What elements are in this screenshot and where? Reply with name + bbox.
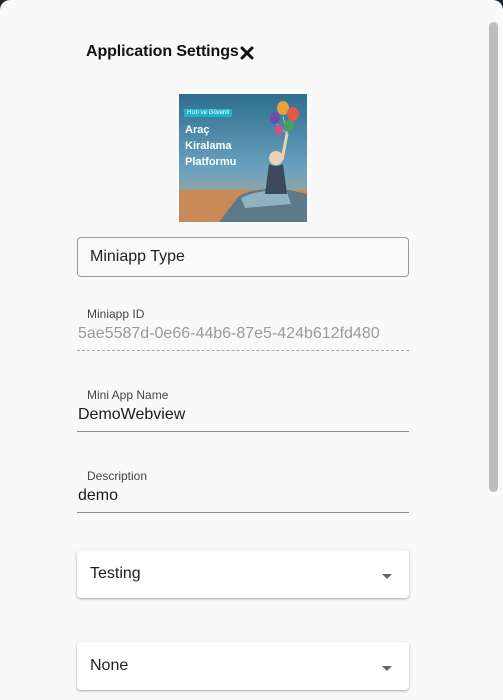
mini-app-name-underline xyxy=(77,431,409,432)
app-thumbnail[interactable]: Hızlı ve Güvenli Araç Kiralama Platformu xyxy=(179,94,307,222)
miniapp-type-field[interactable]: Miniapp Type xyxy=(77,237,409,277)
option-select[interactable]: None xyxy=(77,642,409,690)
chevron-down-icon xyxy=(382,666,392,671)
environment-select-value: Testing xyxy=(90,565,141,582)
chevron-down-icon xyxy=(382,574,392,579)
miniapp-id-field: Miniapp ID 5ae5587d-0e66-44b6-87e5-424b6… xyxy=(77,307,409,353)
dialog-title: Application Settings xyxy=(86,43,239,60)
mini-app-name-field[interactable]: Mini App Name DemoWebview xyxy=(77,388,409,434)
miniapp-id-label: Miniapp ID xyxy=(87,307,145,321)
mini-app-name-value[interactable]: DemoWebview xyxy=(78,406,185,424)
thumbnail-badge: Hızlı ve Güvenli xyxy=(184,109,233,117)
environment-select[interactable]: Testing xyxy=(77,550,409,598)
description-field[interactable]: Description demo xyxy=(77,469,409,515)
settings-dialog: Application Settings Hızlı ve Güvenli Ar… xyxy=(0,0,503,700)
dialog-header: Application Settings xyxy=(86,41,254,63)
thumbnail-title: Araç Kiralama Platformu xyxy=(185,124,237,168)
scrollbar-thumb[interactable] xyxy=(489,22,498,492)
description-value[interactable]: demo xyxy=(78,487,118,505)
mini-app-name-label: Mini App Name xyxy=(87,388,169,402)
description-underline xyxy=(77,512,409,513)
miniapp-id-value: 5ae5587d-0e66-44b6-87e5-424b612fd480 xyxy=(78,325,380,342)
description-label: Description xyxy=(87,469,148,483)
miniapp-id-underline xyxy=(77,350,409,351)
option-select-value: None xyxy=(90,657,129,674)
miniapp-type-value: Miniapp Type xyxy=(90,248,185,265)
close-icon[interactable] xyxy=(240,46,254,60)
